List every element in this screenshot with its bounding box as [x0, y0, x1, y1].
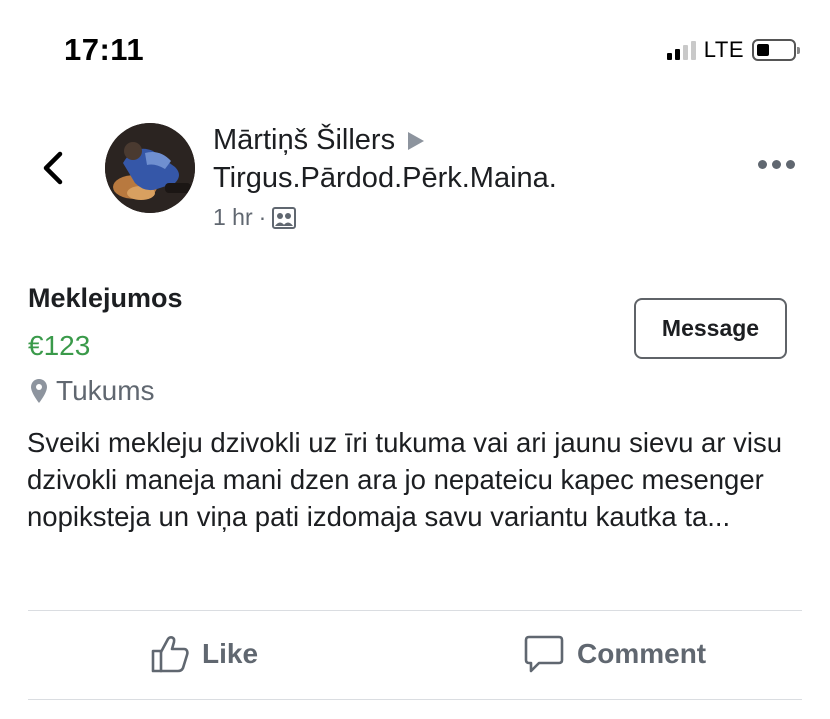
back-arrow-icon[interactable]	[38, 150, 68, 186]
comment-button[interactable]: Comment	[523, 634, 706, 674]
post-meta: 1 hr ·	[213, 204, 297, 231]
author-name[interactable]: Mārtiņš Šillers	[213, 124, 395, 157]
post-author-line: Mārtiņš Šillers	[213, 124, 425, 157]
network-label: LTE	[703, 37, 744, 62]
listing-title: Meklejumos	[28, 283, 183, 313]
avatar-photo	[105, 123, 195, 213]
like-button[interactable]: Like	[150, 634, 258, 674]
comment-label: Comment	[577, 638, 707, 669]
listing-price: €123	[28, 330, 91, 361]
battery-icon	[752, 39, 800, 61]
arrow-right-icon	[408, 131, 425, 150]
status-time: 17:11	[64, 32, 145, 67]
listing-description: Sveiki mekleju dzivokli uz īri tukuma va…	[27, 427, 783, 532]
group-name[interactable]: Tirgus.Pārdod.Pērk.Maina.	[213, 162, 557, 195]
message-button[interactable]: Message	[634, 298, 787, 359]
thumbs-up-icon	[151, 636, 189, 673]
comment-bubble-icon	[524, 635, 564, 673]
listing-location: Tukums	[30, 375, 155, 407]
more-options-icon[interactable]	[758, 160, 795, 169]
avatar[interactable]	[105, 123, 195, 213]
location-pin-icon	[31, 379, 47, 403]
location-label: Tukums	[56, 375, 155, 406]
divider-top	[28, 610, 802, 611]
divider-bottom	[28, 699, 802, 700]
meta-separator: ·	[258, 204, 267, 230]
status-indicators: LTE	[666, 37, 800, 63]
group-audience-icon	[272, 206, 297, 229]
post-time[interactable]: 1 hr	[213, 204, 253, 231]
signal-icon	[666, 40, 696, 60]
like-label: Like	[202, 638, 259, 669]
